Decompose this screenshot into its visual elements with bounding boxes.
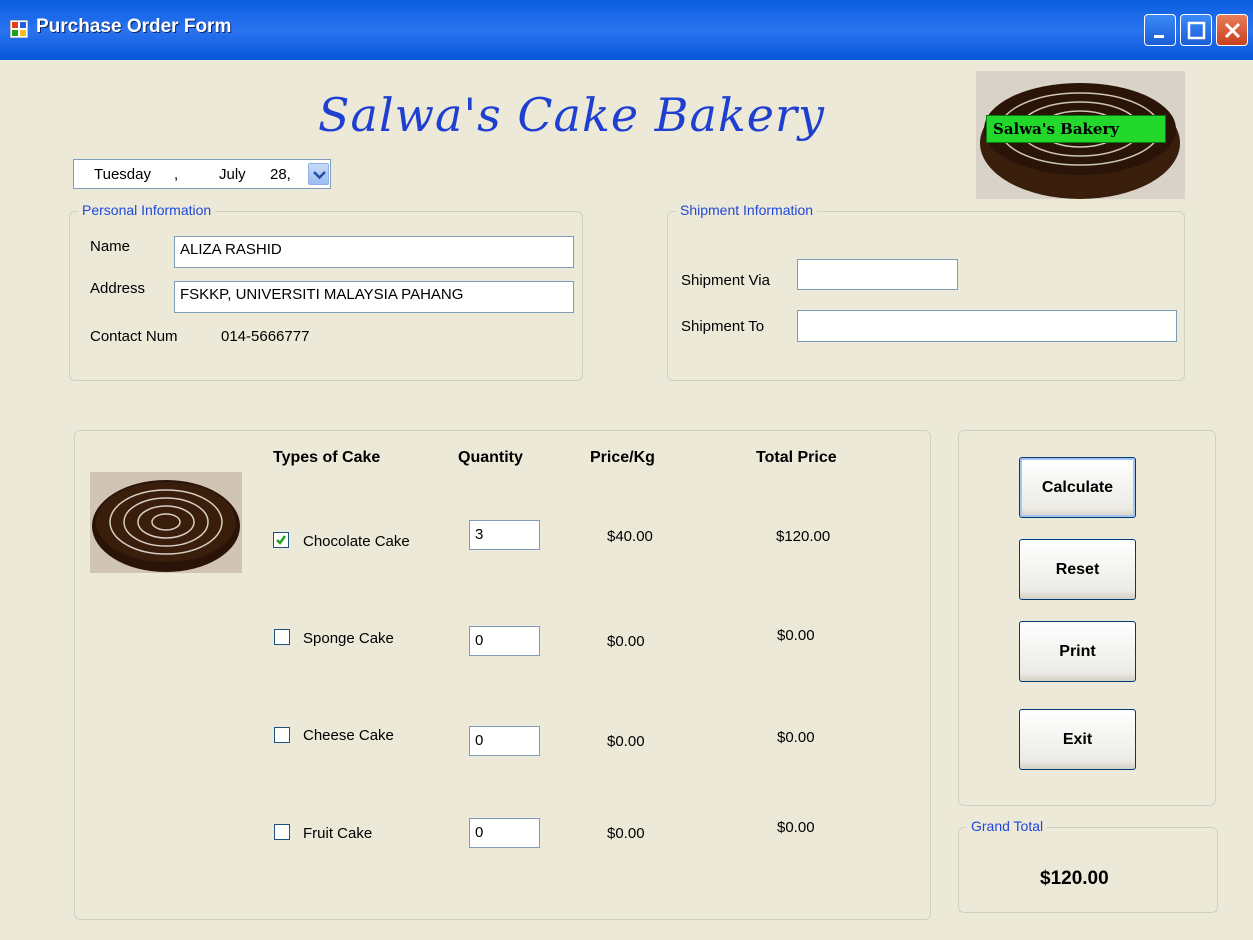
address-field[interactable]: FSKKP, UNIVERSITI MALAYSIA PAHANG	[174, 281, 574, 313]
cake-price: $0.00	[607, 825, 645, 842]
cake-total: $0.00	[777, 627, 815, 644]
chocolate-cake-image	[90, 472, 242, 573]
contact-value: 014-5666777	[221, 328, 310, 345]
check-icon	[276, 535, 287, 545]
name-field[interactable]: ALIZA RASHID	[174, 236, 574, 268]
personal-information-legend: Personal Information	[78, 202, 216, 218]
cake-total: $0.00	[777, 729, 815, 746]
cheese-cake-checkbox[interactable]	[274, 727, 290, 743]
fruit-cake-checkbox[interactable]	[274, 824, 290, 840]
fruit-cake-quantity[interactable]: 0	[469, 818, 540, 848]
chevron-down-icon	[313, 171, 326, 180]
address-label: Address	[90, 280, 146, 297]
shipment-via-label: Shipment Via	[681, 272, 770, 289]
exit-button[interactable]: Exit	[1019, 709, 1136, 770]
maximize-button[interactable]	[1180, 14, 1212, 46]
date-weekday: Tuesday	[94, 166, 151, 183]
cake-type-label: Chocolate Cake	[303, 533, 410, 550]
logo-label: Salwa's Bakery	[986, 115, 1166, 143]
sponge-cake-checkbox[interactable]	[274, 629, 290, 645]
cake-price: $0.00	[607, 733, 645, 750]
minimize-button[interactable]	[1144, 14, 1176, 46]
cake-total: $120.00	[776, 528, 831, 545]
close-button[interactable]	[1216, 14, 1248, 46]
shipment-information-legend: Shipment Information	[676, 202, 818, 218]
column-header-price: Price/Kg	[590, 449, 655, 466]
cake-type-label: Sponge Cake	[303, 630, 394, 647]
sponge-cake-quantity[interactable]: 0	[469, 626, 540, 656]
title-bar[interactable]: Purchase Order Form	[0, 0, 1253, 60]
shipment-information-group: Shipment Information	[667, 202, 1185, 381]
cake-price: $40.00	[607, 528, 653, 545]
date-month: July	[219, 166, 246, 183]
column-header-type: Types of Cake	[273, 449, 381, 466]
name-label: Name	[90, 238, 131, 255]
cake-type-label: Cheese Cake	[303, 727, 394, 744]
cake-total: $0.00	[777, 819, 815, 836]
date-day: 28,	[270, 166, 291, 183]
grand-total-value: $120.00	[1040, 868, 1109, 889]
print-button[interactable]: Print	[1019, 621, 1136, 682]
cake-type-label: Fruit Cake	[303, 825, 373, 842]
window-title: Purchase Order Form	[36, 16, 232, 37]
bakery-logo-image: Salwa's Bakery	[976, 71, 1185, 199]
contact-label: Contact Num	[90, 328, 178, 345]
column-header-total: Total Price	[756, 449, 837, 466]
checkbox-box	[273, 532, 289, 548]
shipment-to-label: Shipment To	[681, 318, 765, 335]
date-picker[interactable]: Tuesday , July 28,	[73, 159, 331, 189]
cheese-cake-quantity[interactable]: 0	[469, 726, 540, 756]
grand-total-legend: Grand Total	[967, 818, 1048, 834]
app-icon	[9, 19, 29, 39]
column-header-quantity: Quantity	[458, 449, 523, 466]
shipment-via-field[interactable]	[797, 259, 958, 290]
calculate-button[interactable]: Calculate	[1019, 457, 1136, 518]
shipment-to-field[interactable]	[797, 310, 1177, 342]
date-separator: ,	[174, 166, 179, 183]
date-dropdown-button[interactable]	[308, 163, 329, 185]
bakery-title: Salwa's Cake Bakery	[318, 88, 825, 142]
reset-button[interactable]: Reset	[1019, 539, 1136, 600]
chocolate-cake-checkbox[interactable]	[273, 532, 289, 548]
chocolate-cake-quantity[interactable]: 3	[469, 520, 540, 550]
cake-price: $0.00	[607, 633, 645, 650]
